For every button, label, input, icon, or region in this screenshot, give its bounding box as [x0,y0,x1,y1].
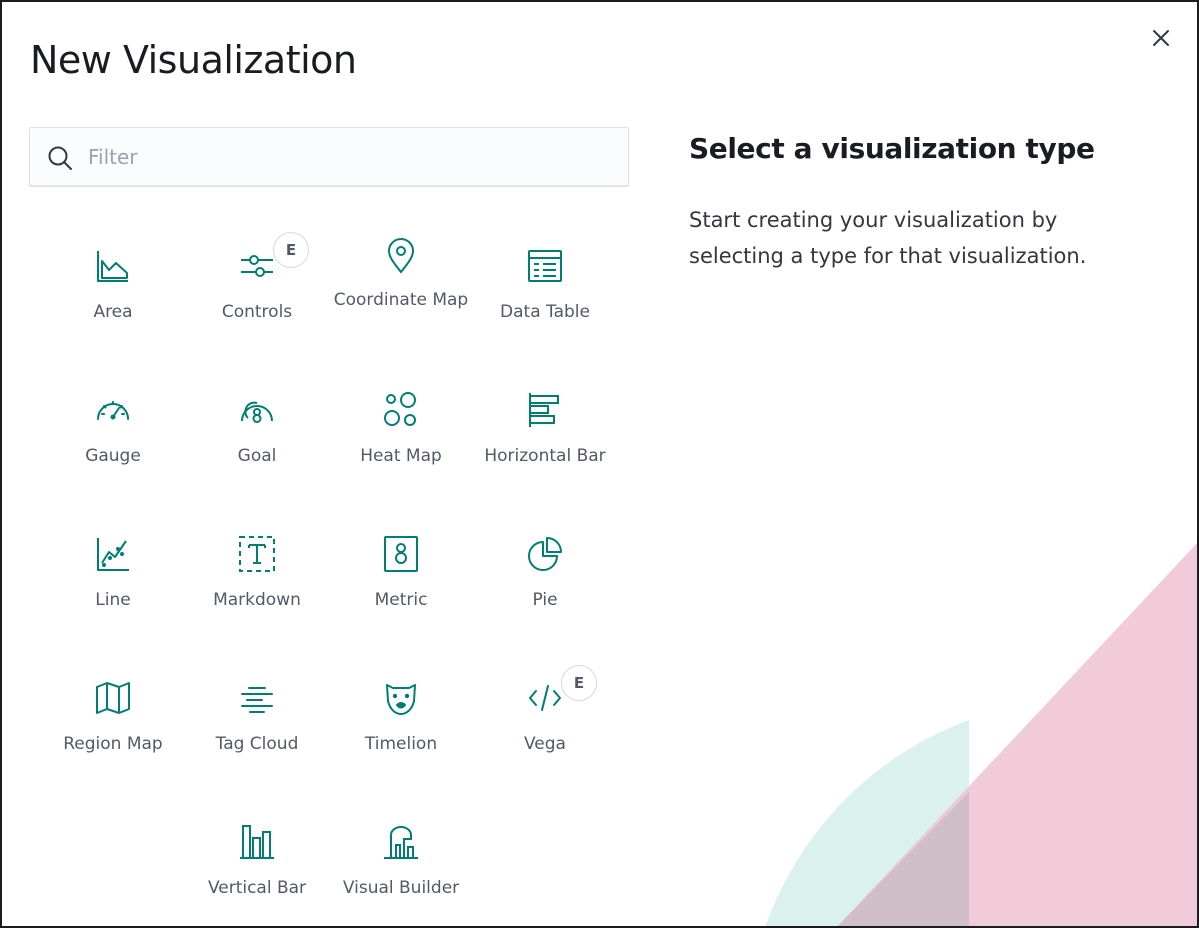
filter-input[interactable] [88,128,618,186]
vis-type-line[interactable]: Line [41,512,185,656]
vis-type-area[interactable]: Area [41,224,185,368]
vis-type-region-map[interactable]: Region Map [41,656,185,800]
search-icon [48,146,72,170]
visual-builder-icon [381,822,421,862]
deco-overlap-shape [837,792,969,926]
close-icon [1153,30,1169,46]
vis-type-label: Vertical Bar [207,878,307,898]
markdown-icon [237,534,277,574]
horizontal-bar-icon [525,390,565,430]
vis-type-label: Pie [532,590,558,610]
experimental-badge: E [273,232,309,268]
vis-type-markdown[interactable]: Markdown [185,512,329,656]
vis-type-tag-cloud[interactable]: Tag Cloud [185,656,329,800]
metric-icon [381,534,421,574]
vis-type-label: Goal [237,446,277,466]
vis-type-label: Data Table [500,302,590,322]
vis-type-label: Visual Builder [342,878,460,898]
gauge-icon [93,390,133,430]
modal-title: New Visualization [30,38,357,82]
vis-type-timelion[interactable]: Timelion [329,656,473,800]
timelion-icon [381,678,421,718]
data-table-icon [525,246,565,286]
tag-cloud-icon [237,678,277,718]
vis-type-visual-builder[interactable]: Visual Builder [329,800,473,926]
vis-type-goal[interactable]: Goal [185,368,329,512]
heat-map-icon [381,390,421,430]
vis-type-data-table[interactable]: Data Table [473,224,617,368]
experimental-badge: E [561,665,597,701]
vis-type-label: Controls [221,302,293,322]
goal-icon [237,390,277,430]
vis-type-label: Vega [524,734,566,754]
vis-type-vertical-bar[interactable]: Vertical Bar [185,800,329,926]
vis-type-horizontal-bar[interactable]: Horizontal Bar [473,368,617,512]
code-icon [525,678,565,718]
vis-type-label: Region Map [63,734,163,754]
line-chart-icon [93,534,133,574]
vis-type-label: Line [95,590,131,610]
vis-type-gauge[interactable]: Gauge [41,368,185,512]
side-panel-title: Select a visualization type [689,132,1095,165]
filter-field[interactable] [29,127,629,187]
deco-pink-overlay [969,543,1197,926]
region-map-icon [93,678,133,718]
close-button[interactable] [1150,27,1172,49]
vis-type-label: Metric [374,590,428,610]
map-marker-icon [381,236,421,276]
vis-type-pie[interactable]: Pie [473,512,617,656]
new-visualization-modal: New Visualization Area [0,0,1199,928]
deco-teal-shape [765,720,969,926]
vertical-bar-icon [237,822,277,862]
vis-type-heat-map[interactable]: Heat Map [329,368,473,512]
area-chart-icon [93,246,133,286]
vis-type-label: Coordinate Map [333,290,469,310]
vis-type-coordinate-map[interactable]: Coordinate Map [329,224,473,368]
vis-type-metric[interactable]: Metric [329,512,473,656]
vis-type-label: Horizontal Bar [484,446,606,466]
vis-type-label: Tag Cloud [215,734,299,754]
vis-type-label: Gauge [85,446,141,466]
pie-chart-icon [525,534,565,574]
controls-icon [237,246,277,286]
vis-type-label: Heat Map [360,446,442,466]
deco-pink-triangle [837,543,1197,926]
vis-type-label: Markdown [213,590,301,610]
side-panel-description: Start creating your visualization by sel… [689,208,1087,268]
vis-type-label: Timelion [364,734,438,754]
vis-type-label: Area [93,302,133,322]
